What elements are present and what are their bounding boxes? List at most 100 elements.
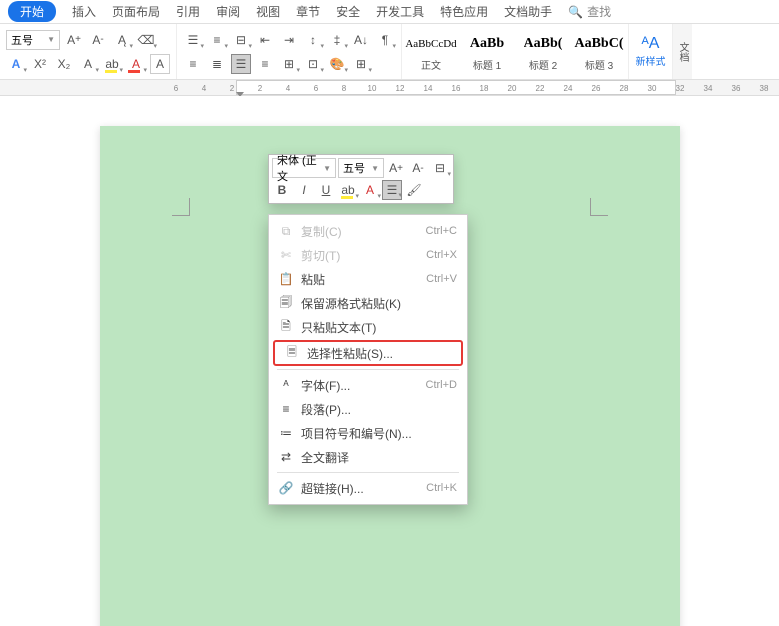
ctx-label: 超链接(H)... (301, 480, 426, 497)
align-center-button[interactable]: ≣ (207, 54, 227, 74)
align-justify-button[interactable]: ☰ (231, 54, 251, 74)
ctx-label: 字体(F)... (301, 377, 426, 394)
ctx-paste-special[interactable]: 🗏 选择性粘贴(S)... (275, 342, 461, 364)
mini-highlight-button[interactable]: ab▾ (338, 180, 358, 200)
align-right-button[interactable]: ≡ (255, 54, 275, 74)
superscript-button[interactable]: X² (30, 54, 50, 74)
mini-grow-font-button[interactable]: A+ (386, 158, 406, 178)
mini-format-painter-button[interactable]: 🖌 (404, 180, 424, 200)
mini-font-color-button[interactable]: A▾ (360, 180, 380, 200)
ctx-label: 项目符号和编号(N)... (301, 425, 457, 442)
shrink-font-button[interactable]: A- (88, 30, 108, 50)
style-label: 标题 1 (473, 57, 501, 72)
borders-button[interactable]: ⊞▾ (351, 54, 371, 74)
decrease-indent-button[interactable]: ⇤ (255, 30, 275, 50)
style-label: 标题 2 (529, 57, 557, 72)
tab-start[interactable]: 开始 (8, 1, 56, 22)
font-color-button[interactable]: A▾ (126, 54, 146, 74)
tab-special[interactable]: 特色应用 (440, 3, 488, 20)
line-spacing-button[interactable]: ‡▾ (327, 30, 347, 50)
ctx-shortcut: Ctrl+X (426, 249, 457, 261)
mini-bold-button[interactable]: B (272, 180, 292, 200)
distribute-button[interactable]: ⊞▾ (279, 54, 299, 74)
separator (277, 472, 459, 473)
style-h1[interactable]: AaBb 标题 1 (460, 26, 514, 77)
doc-panel-toggle[interactable]: 文档 (672, 24, 692, 79)
search-box[interactable]: 🔍 查找 (568, 3, 611, 20)
ctx-copy: ⧉ 复制(C) Ctrl+C (269, 219, 467, 243)
sort-button[interactable]: A↓ (351, 30, 371, 50)
mini-align-button[interactable]: ☰▾ (382, 180, 402, 200)
tab-dochelper[interactable]: 文档助手 (504, 3, 552, 20)
ruler-number: 18 (480, 84, 489, 93)
ctx-paste-keep-format[interactable]: 🗐 保留源格式粘贴(K) (269, 291, 467, 315)
indent-para-button[interactable]: ⊡▾ (303, 54, 323, 74)
ruler-number: 20 (508, 84, 517, 93)
ctx-bullets-numbering[interactable]: ≔ 项目符号和编号(N)... (269, 421, 467, 445)
new-style-icon: ᴬA (642, 35, 660, 53)
new-style-label: 新样式 (636, 53, 666, 68)
style-gallery: AaBbCcDd 正文 AaBb 标题 1 AaBb( 标题 2 AaBbC( … (402, 24, 628, 79)
highlight-button[interactable]: ab▾ (102, 54, 122, 74)
paste-special-icon: 🗏 (283, 343, 301, 364)
ctx-translate[interactable]: ⇄ 全文翻译 (269, 445, 467, 469)
translate-icon: ⇄ (277, 450, 295, 464)
change-case-button[interactable]: Ą▾ (112, 30, 132, 50)
tab-review[interactable]: 审阅 (216, 3, 240, 20)
tab-view[interactable]: 视图 (256, 3, 280, 20)
tab-pagelayout[interactable]: 页面布局 (112, 3, 160, 20)
text-direction-button[interactable]: ↕▾ (303, 30, 323, 50)
increase-indent-button[interactable]: ⇥ (279, 30, 299, 50)
ruler-number: 2 (230, 84, 234, 93)
style-body[interactable]: AaBbCcDd 正文 (404, 26, 458, 77)
ctx-hyperlink[interactable]: 🔗 超链接(H)... Ctrl+K (269, 476, 467, 500)
mini-underline-button[interactable]: U (316, 180, 336, 200)
char-border-button[interactable]: A (150, 54, 170, 74)
mini-font-select[interactable]: 宋体 (正文 ▼ (272, 158, 336, 178)
clear-format-button[interactable]: ⌫▾ (136, 30, 156, 50)
style-h3[interactable]: AaBbC( 标题 3 (572, 26, 626, 77)
mini-multilevel-button[interactable]: ⊟▾ (430, 158, 450, 178)
style-label: 正文 (421, 57, 441, 72)
font-size-select[interactable]: 五号 ▼ (6, 30, 60, 50)
font-size-value: 五号 (11, 32, 33, 48)
bullets-button[interactable]: ☰▾ (183, 30, 203, 50)
ruler-number: 12 (396, 84, 405, 93)
align-left-button[interactable]: ≡ (183, 54, 203, 74)
style-h2[interactable]: AaBb( 标题 2 (516, 26, 570, 77)
numbering-button[interactable]: ≡▾ (207, 30, 227, 50)
multilevel-button[interactable]: ⊟▾ (231, 30, 251, 50)
cut-icon: ✄ (277, 248, 295, 262)
style-label: 标题 3 (585, 57, 613, 72)
mini-shrink-font-button[interactable]: A- (408, 158, 428, 178)
ctx-paste[interactable]: 📋 粘贴 Ctrl+V (269, 267, 467, 291)
ctx-font[interactable]: ᴬ 字体(F)... Ctrl+D (269, 373, 467, 397)
ctx-shortcut: Ctrl+K (426, 482, 457, 494)
mini-italic-button[interactable]: I (294, 180, 314, 200)
link-icon: 🔗 (277, 481, 295, 495)
ctx-label: 选择性粘贴(S)... (307, 345, 451, 362)
subscript-button[interactable]: X₂ (54, 54, 74, 74)
shading-button[interactable]: 🎨▾ (327, 54, 347, 74)
ruler-number: 28 (620, 84, 629, 93)
grow-font-button[interactable]: A+ (64, 30, 84, 50)
search-label: 查找 (587, 3, 611, 20)
tab-security[interactable]: 安全 (336, 3, 360, 20)
tab-chapter[interactable]: 章节 (296, 3, 320, 20)
font-style-a-button[interactable]: A▾ (78, 54, 98, 74)
tab-insert[interactable]: 插入 (72, 3, 96, 20)
ruler-number: 2 (258, 84, 262, 93)
tab-devtools[interactable]: 开发工具 (376, 3, 424, 20)
show-marks-button[interactable]: ¶▾ (375, 30, 395, 50)
horizontal-ruler[interactable]: 642246810121416182022242628303234363840 (0, 80, 779, 96)
new-style-button[interactable]: ᴬA 新样式 (628, 24, 672, 79)
ctx-paste-text-only[interactable]: 🗎 只粘贴文本(T) (269, 315, 467, 339)
ctx-paragraph[interactable]: ≡ 段落(P)... (269, 397, 467, 421)
ruler-number: 38 (760, 84, 769, 93)
paragraph-icon: ≡ (277, 402, 295, 416)
ruler-number: 4 (286, 84, 290, 93)
ruler-number: 34 (704, 84, 713, 93)
text-effects-button[interactable]: A▾ (6, 54, 26, 74)
mini-size-select[interactable]: 五号 ▼ (338, 158, 384, 178)
tab-references[interactable]: 引用 (176, 3, 200, 20)
